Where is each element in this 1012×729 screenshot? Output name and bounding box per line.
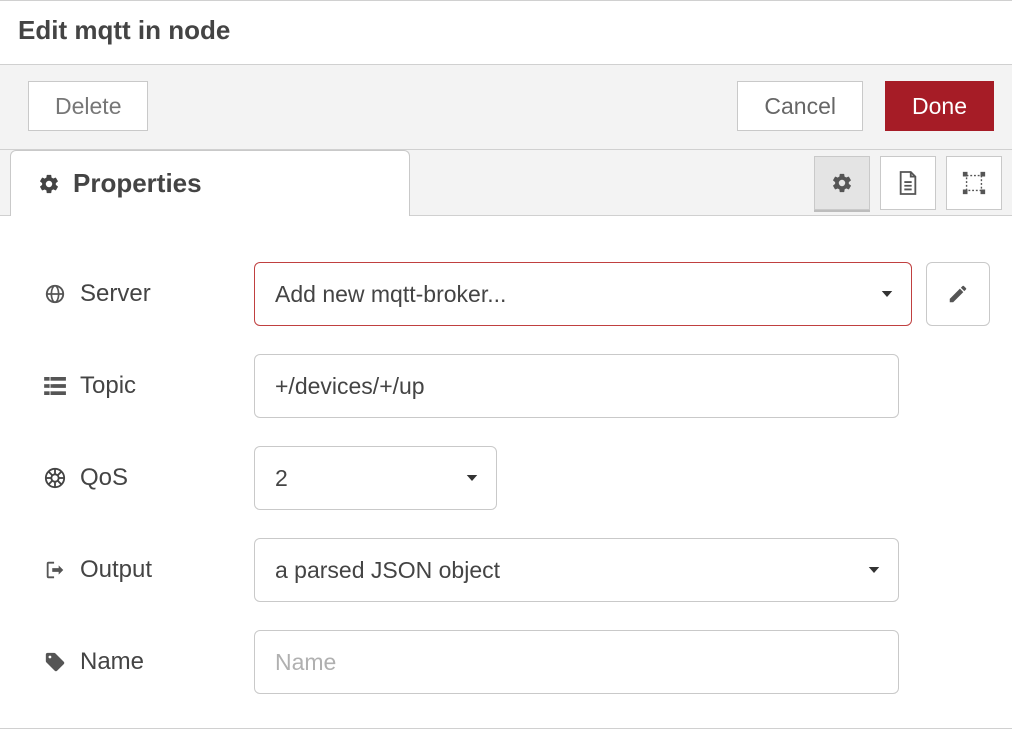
empire-icon bbox=[42, 467, 68, 489]
right-tabs bbox=[814, 150, 1012, 215]
globe-icon bbox=[42, 283, 68, 305]
name-input[interactable] bbox=[254, 630, 899, 694]
pencil-icon bbox=[947, 283, 969, 305]
tab-properties-label: Properties bbox=[73, 168, 202, 199]
server-control: Add new mqtt-broker... bbox=[254, 262, 990, 326]
output-label: Output bbox=[42, 556, 254, 584]
gear-icon bbox=[37, 173, 61, 195]
server-select[interactable]: Add new mqtt-broker... bbox=[254, 262, 912, 326]
server-label-text: Server bbox=[80, 280, 151, 308]
qos-control: 2 bbox=[254, 446, 990, 510]
output-select-value: a parsed JSON object bbox=[275, 557, 500, 584]
server-select-wrap: Add new mqtt-broker... bbox=[254, 262, 912, 326]
name-label: Name bbox=[42, 648, 254, 676]
output-select-wrap: a parsed JSON object bbox=[254, 538, 899, 602]
properties-form: Server Add new mqtt-broker... bbox=[0, 216, 1012, 728]
qos-select-wrap: 2 bbox=[254, 446, 497, 510]
name-label-text: Name bbox=[80, 648, 144, 676]
done-button[interactable]: Done bbox=[885, 81, 994, 131]
server-select-value: Add new mqtt-broker... bbox=[275, 281, 506, 308]
tab-description-icon[interactable] bbox=[880, 156, 936, 210]
delete-button[interactable]: Delete bbox=[28, 81, 148, 131]
dialog-title: Edit mqtt in node bbox=[18, 15, 994, 46]
topic-input[interactable] bbox=[254, 354, 899, 418]
tabs-row: Properties bbox=[0, 150, 1012, 216]
output-row: Output a parsed JSON object bbox=[42, 524, 990, 616]
edit-node-dialog: Edit mqtt in node Delete Cancel Done Pro… bbox=[0, 0, 1012, 729]
name-row: Name bbox=[42, 616, 990, 708]
sign-out-icon bbox=[42, 559, 68, 581]
topic-control bbox=[254, 354, 990, 418]
list-icon bbox=[42, 377, 68, 395]
name-control bbox=[254, 630, 990, 694]
qos-select-value: 2 bbox=[275, 465, 288, 492]
output-label-text: Output bbox=[80, 556, 152, 584]
output-select[interactable]: a parsed JSON object bbox=[254, 538, 899, 602]
topic-label: Topic bbox=[42, 372, 254, 400]
tab-settings-icon[interactable] bbox=[814, 156, 870, 210]
tab-appearance-icon[interactable] bbox=[946, 156, 1002, 210]
qos-select[interactable]: 2 bbox=[254, 446, 497, 510]
server-row: Server Add new mqtt-broker... bbox=[42, 236, 990, 340]
tag-icon bbox=[42, 651, 68, 673]
qos-label: QoS bbox=[42, 464, 254, 492]
dialog-toolbar: Delete Cancel Done bbox=[0, 65, 1012, 150]
dialog-header: Edit mqtt in node bbox=[0, 0, 1012, 65]
output-control: a parsed JSON object bbox=[254, 538, 990, 602]
qos-label-text: QoS bbox=[80, 464, 128, 492]
tab-properties[interactable]: Properties bbox=[10, 150, 410, 216]
edit-server-button[interactable] bbox=[926, 262, 990, 326]
server-label: Server bbox=[42, 280, 254, 308]
qos-row: QoS 2 bbox=[42, 432, 990, 524]
topic-row: Topic bbox=[42, 340, 990, 432]
cancel-button[interactable]: Cancel bbox=[737, 81, 863, 131]
topic-label-text: Topic bbox=[80, 372, 136, 400]
